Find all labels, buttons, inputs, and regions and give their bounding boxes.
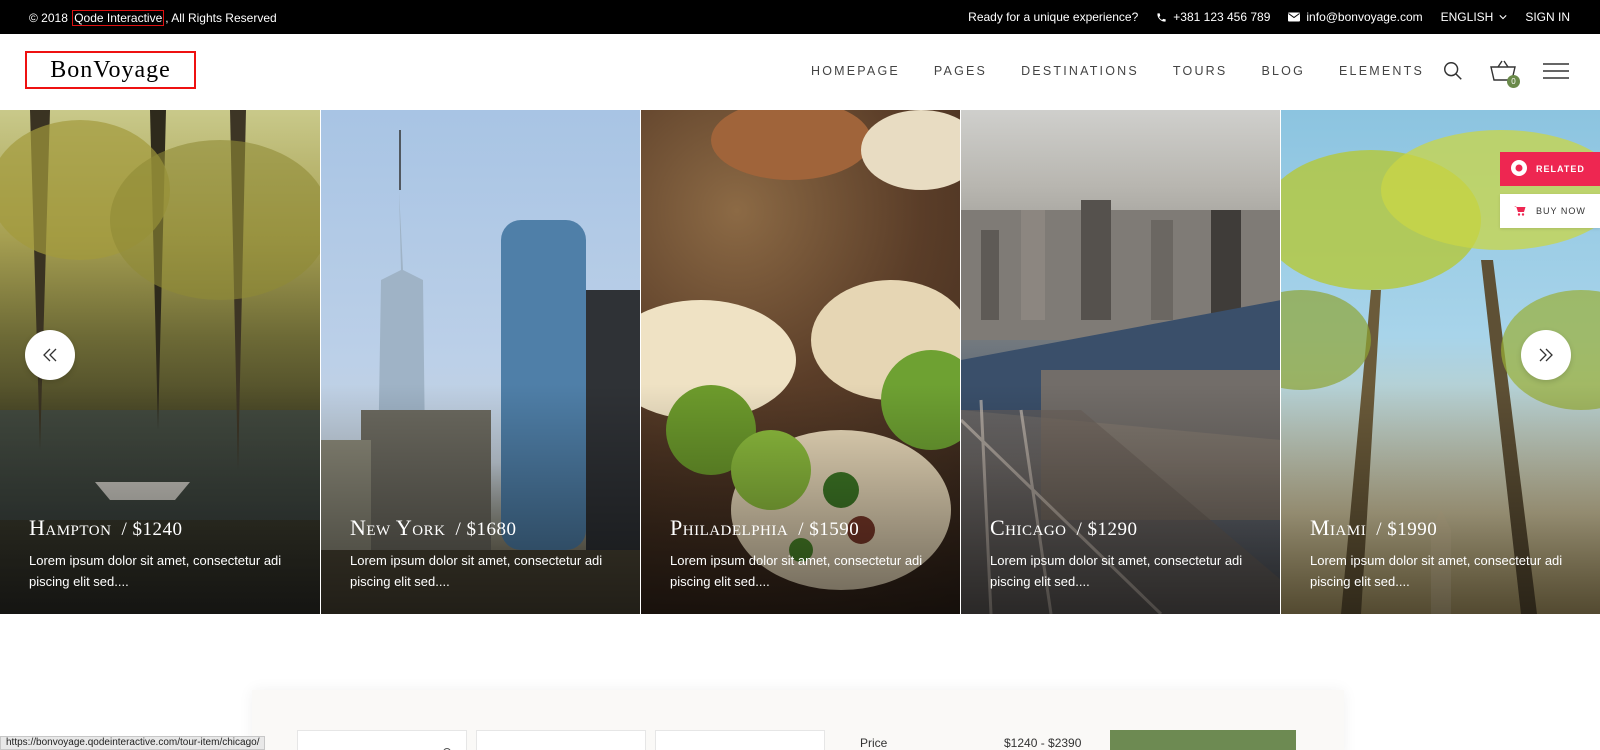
prev-slide-button[interactable] [25,330,75,380]
month-field[interactable] [476,730,646,750]
double-chevron-left-icon [43,348,57,362]
qode-interactive-link[interactable]: Qode Interactive [72,10,165,26]
slide-description: Lorem ipsum dolor sit amet, consectetur … [350,553,603,589]
phone-number: +381 123 456 789 [1173,10,1271,24]
destination-name: Hampton [29,515,112,540]
sign-in-link[interactable]: SIGN IN [1525,10,1570,24]
nav-elements[interactable]: ELEMENTS [1339,64,1424,78]
slide-description: Lorem ipsum dolor sit amet, consectetur … [1310,553,1563,589]
destination-price: / $1990 [1376,519,1438,540]
top-bar: © 2018 Qode Interactive , All Rights Res… [0,0,1600,34]
destination-name: Philadelphia [670,515,789,540]
price-label: Price [860,736,888,750]
copyright-suffix: , All Rights Reserved [165,11,277,25]
destination-price: / $1680 [455,519,517,540]
copyright-prefix: © 2018 [29,11,68,25]
slide-title: Miami / $1990 [1310,515,1437,541]
menu-button[interactable] [1543,62,1569,80]
destination-price: / $1240 [121,519,183,540]
email-link[interactable]: info@bonvoyage.com [1288,10,1423,24]
find-tour-button[interactable] [1110,730,1296,750]
nav-tours[interactable]: TOURS [1173,64,1228,78]
related-label: RELATED [1536,164,1585,174]
destination-field[interactable] [297,730,467,750]
tour-search-panel: Price $1240 - $2390 [252,690,1344,750]
envelope-icon [1288,12,1301,22]
destination-price: / $1590 [798,519,860,540]
slide-description: Lorem ipsum dolor sit amet, consectetur … [670,553,923,589]
destination-name: Chicago [990,515,1067,540]
email-address: info@bonvoyage.com [1306,10,1423,24]
slide-philadelphia[interactable]: Philadelphia / $1590 Lorem ipsum dolor s… [640,110,960,614]
language-label: ENGLISH [1440,10,1494,24]
main-nav: HOMEPAGE PAGES DESTINATIONS TOURS BLOG E… [811,64,1458,78]
price-range-value: $1240 - $2390 [1004,736,1082,750]
slide-new-york[interactable]: New York / $1680 Lorem ipsum dolor sit a… [320,110,640,614]
logo[interactable]: BonVoyage [25,51,196,89]
slide-title: New York / $1680 [350,515,516,541]
double-chevron-right-icon [1539,348,1553,362]
search-button[interactable] [1441,59,1465,83]
hamburger-icon [1543,63,1569,79]
buy-now-button[interactable]: BUY NOW [1500,194,1600,228]
related-button[interactable]: RELATED [1500,152,1600,186]
slide-chicago[interactable]: Chicago / $1290 Lorem ipsum dolor sit am… [960,110,1280,614]
chevron-down-icon [1499,14,1507,20]
cart-count-badge: 0 [1507,75,1520,88]
slide-title: Chicago / $1290 [990,515,1138,541]
slide-description: Lorem ipsum dolor sit amet, consectetur … [990,553,1243,589]
search-icon [1444,62,1462,80]
related-icon [1510,159,1528,179]
nav-homepage[interactable]: HOMEPAGE [811,64,900,78]
link-status-bar: https://bonvoyage.qodeinteractive.com/to… [0,736,266,750]
tagline: Ready for a unique experience? [968,10,1139,24]
slide-title: Hampton / $1240 [29,515,183,541]
phone-link[interactable]: +381 123 456 789 [1156,10,1270,24]
slide-description: Lorem ipsum dolor sit amet, consectetur … [29,553,282,589]
destinations-slider: Hampton / $1240 Lorem ipsum dolor sit am… [0,110,1600,614]
phone-icon [1156,12,1167,23]
copyright: © 2018 Qode Interactive , All Rights Res… [29,10,277,26]
slide-title: Philadelphia / $1590 [670,515,859,541]
destination-name: New York [350,515,446,540]
language-dropdown[interactable]: ENGLISH [1441,10,1508,24]
nav-pages[interactable]: PAGES [934,64,987,78]
destination-name: Miami [1310,515,1367,540]
type-field[interactable] [655,730,825,750]
cart-icon [1514,205,1526,218]
site-header: BonVoyage HOMEPAGE PAGES DESTINATIONS TO… [0,34,1600,110]
destination-price: / $1290 [1076,519,1138,540]
cart-button[interactable]: 0 [1488,56,1520,88]
nav-destinations[interactable]: DESTINATIONS [1021,64,1139,78]
nav-blog[interactable]: BLOG [1261,64,1305,78]
buy-now-label: BUY NOW [1536,206,1586,216]
next-slide-button[interactable] [1521,330,1571,380]
